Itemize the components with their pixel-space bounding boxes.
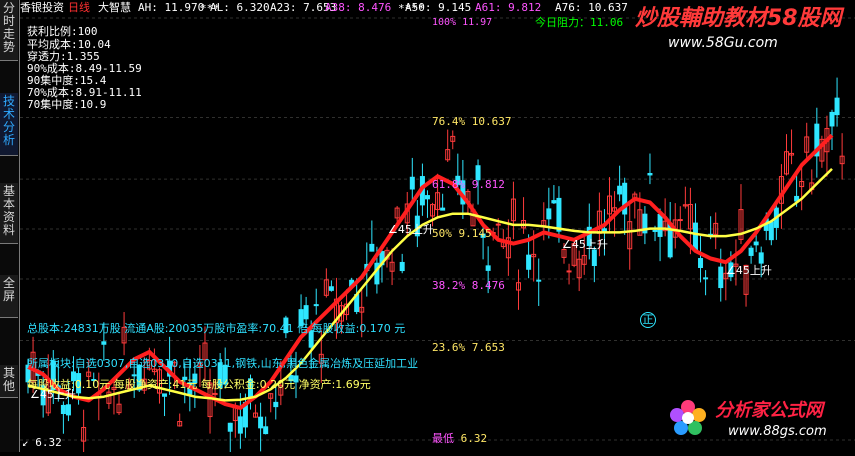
fib-label-5: 最低 6.32 (432, 432, 488, 445)
trend-annotation-2: ∠45上升 (726, 264, 772, 277)
fib-label-4: 23.6% 7.653 (432, 341, 505, 354)
candle-body (485, 265, 491, 271)
candle-body (258, 416, 264, 429)
candle-body (556, 197, 562, 232)
candle-body (409, 176, 415, 190)
candle-body (551, 200, 557, 204)
candle-body (748, 247, 754, 256)
candle-body (526, 254, 532, 270)
star-marks: **** (398, 2, 425, 15)
fib-label-1: 61.8% 9.812 (432, 178, 505, 191)
candle-body (369, 243, 375, 252)
today-resistance: 今日阻力：11.06 (535, 16, 624, 29)
candle-body (131, 374, 137, 377)
side-tab-2[interactable]: 基本资料 (0, 183, 18, 244)
candle-body (536, 279, 542, 282)
candle-body (273, 401, 279, 408)
side-tab-4[interactable]: 其他 (0, 365, 18, 398)
low-mark: ↙ 6.32 (22, 436, 62, 449)
period-label[interactable]: 日线 (68, 0, 90, 16)
side-tab-0[interactable]: 分时走势 (0, 0, 18, 61)
flower-logo-icon (668, 398, 708, 438)
stat-line-6: 70集中度:10.9 (27, 98, 107, 111)
candle-body (768, 221, 774, 241)
candle-body (546, 208, 552, 220)
header-value-0: AH: 11.970 (138, 1, 205, 14)
candle-body (692, 222, 698, 252)
candle-body (698, 258, 704, 268)
candle-body (65, 404, 71, 416)
candle-body (753, 241, 759, 246)
side-tab-3[interactable]: 全屏 (0, 275, 18, 318)
marker-zheng: 正 (640, 312, 656, 328)
header-value-5: A61: 9.812 (475, 1, 542, 14)
stock-name[interactable]: 香银投资 (20, 0, 64, 16)
candle-body (101, 341, 107, 345)
candle-body (440, 207, 446, 211)
candle-body (718, 266, 724, 289)
candle-body (657, 213, 663, 237)
header-value-6: A76: 10.637 (555, 1, 628, 14)
candle-body (162, 393, 168, 397)
candle-body (677, 219, 683, 222)
side-tab-bar: 分时走势技术分析基本资料全屏其他 (0, 0, 20, 452)
indicator-name[interactable]: 大智慧 (98, 0, 131, 16)
candle-body (591, 249, 597, 266)
watermark-logo-top: 炒股輔助教材58股网 (635, 6, 842, 31)
candle-body (617, 185, 623, 195)
fib-label-0: 76.4% 10.637 (432, 115, 512, 128)
candle-body (758, 252, 764, 264)
candle-body (424, 195, 430, 200)
candle-body (647, 172, 653, 176)
info-line-2: 每股收益:0.10元 每股净资产:41元 每股公积金:0.20元 净资产:1.6… (27, 378, 371, 391)
star-marks: *** (200, 2, 220, 15)
candle-body (60, 404, 66, 415)
candle-body (227, 422, 233, 432)
info-line-1: 所属板块:自选0307,自选0310,自选0311,钢铁,山东,黑色金属冶炼及压… (27, 357, 419, 370)
candle-body (313, 304, 319, 307)
watermark-url-top: www.58Gu.com (668, 35, 778, 51)
candle-body (652, 229, 658, 232)
candle-body (829, 111, 835, 127)
trend-annotation-1: ∠45上升 (562, 238, 608, 251)
candle-body (834, 97, 840, 116)
header-value-3: A38: 8.476 (325, 1, 392, 14)
watermark-url-bottom: www.88gs.com (728, 424, 827, 439)
fib-label-3: 38.2% 8.476 (432, 279, 505, 292)
info-line-0: 总股本:24831万股 流通A股:20035万股市盈率:70.41 倍 每股收益… (27, 322, 406, 335)
trend-annotation-0: ∠45上升 (388, 223, 434, 236)
candle-body (263, 426, 269, 435)
candle-body (566, 270, 572, 273)
fib-100-label: 100% 11.97 (432, 17, 493, 28)
candle-body (495, 223, 501, 226)
candle-body (703, 277, 709, 280)
candle-body (399, 261, 405, 272)
candle-body (328, 286, 334, 291)
stat-line-0: 获利比例:100 (27, 25, 98, 38)
candle-body (303, 305, 309, 320)
side-tab-1[interactable]: 技术分析 (0, 93, 18, 156)
watermark-logo-bottom: 分析家公式网 (715, 400, 823, 421)
candle-body (237, 416, 243, 434)
fib-label-2: 50% 9.145 (432, 227, 492, 240)
